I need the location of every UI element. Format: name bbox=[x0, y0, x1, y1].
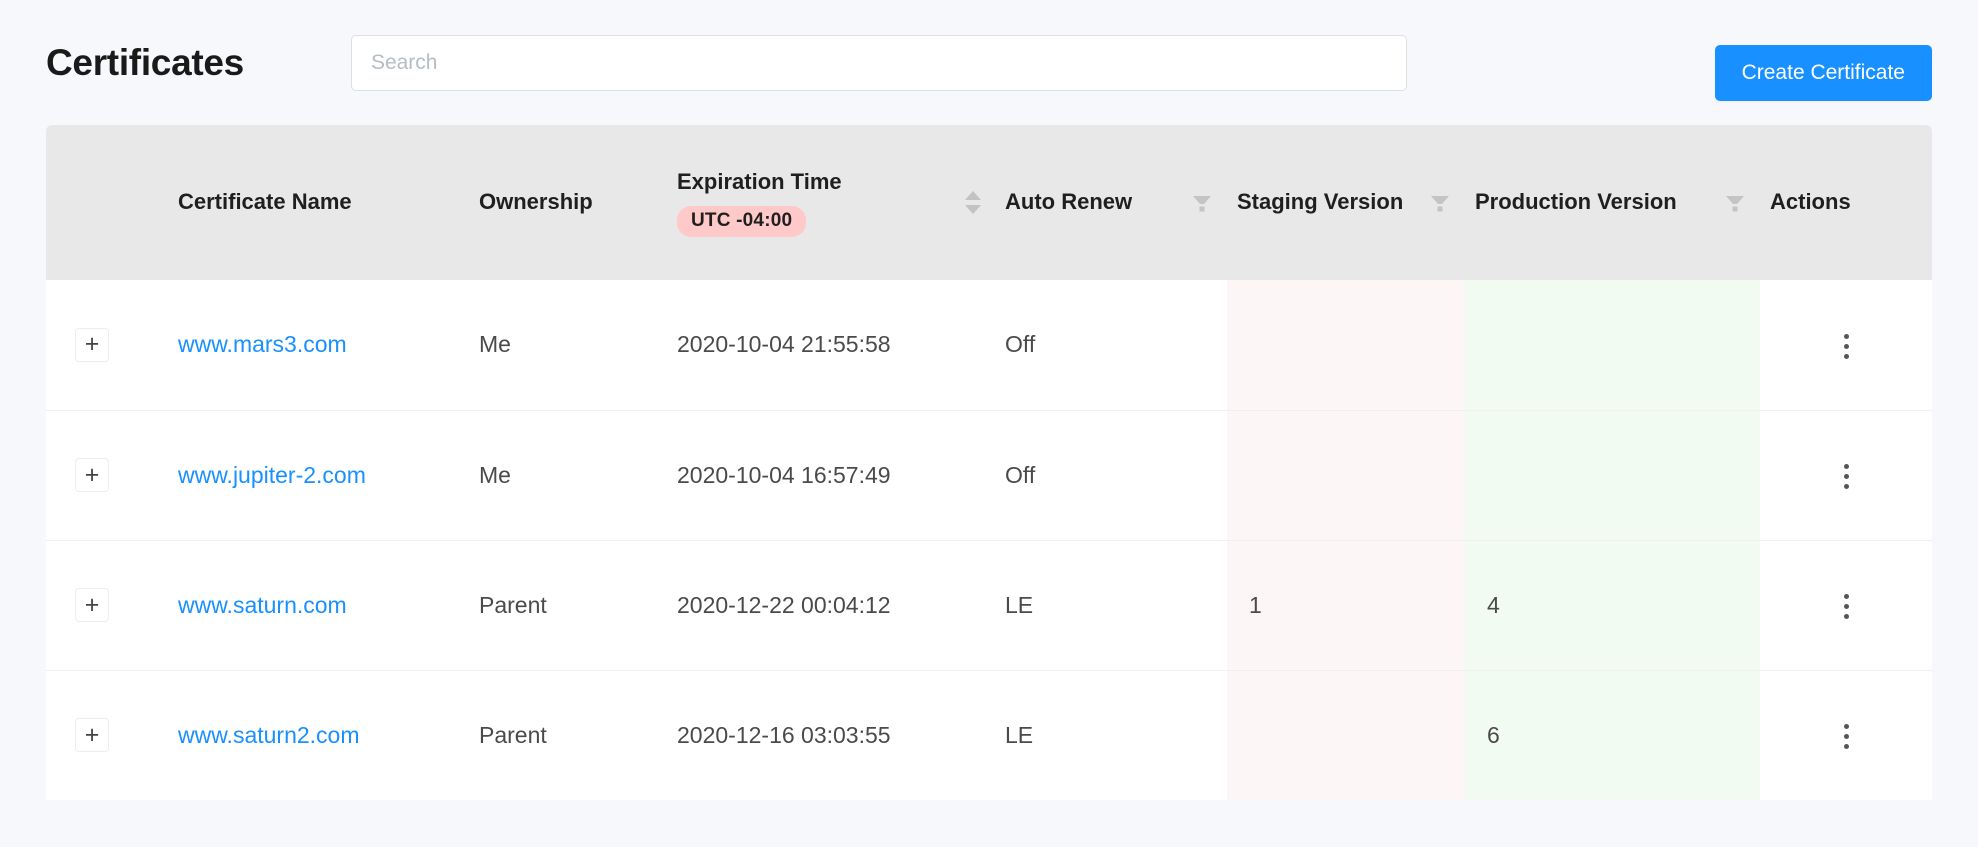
kebab-dot bbox=[1843, 473, 1849, 479]
cell-certificate-name: www.saturn2.com bbox=[138, 669, 465, 800]
column-header-expand bbox=[46, 125, 138, 280]
kebab-dot bbox=[1843, 483, 1849, 489]
search-container bbox=[350, 34, 1407, 91]
certificates-table: Certificate Name Ownership Expiration Ti… bbox=[46, 125, 1932, 800]
cell-actions bbox=[1760, 280, 1932, 410]
expand-row-button[interactable]: + bbox=[75, 327, 109, 362]
column-label-ownership: Ownership bbox=[479, 189, 593, 215]
kebab-dot bbox=[1843, 744, 1849, 749]
certificates-table-container: Certificate Name Ownership Expiration Ti… bbox=[46, 125, 1932, 800]
row-actions-menu-icon[interactable] bbox=[1820, 711, 1872, 763]
sort-ascending-arrow[interactable] bbox=[965, 191, 981, 200]
cell-expand: + bbox=[46, 669, 138, 800]
cell-staging-version bbox=[1227, 669, 1465, 800]
kebab-dot bbox=[1843, 734, 1849, 739]
row-actions-menu-icon[interactable] bbox=[1820, 320, 1872, 372]
cell-expand: + bbox=[46, 409, 138, 540]
filter-icon-production-version[interactable] bbox=[1724, 191, 1746, 215]
kebab-dot bbox=[1843, 603, 1849, 609]
page-title: Certificates bbox=[46, 41, 244, 83]
cell-auto-renew: LE bbox=[995, 669, 1227, 800]
cell-ownership: Parent bbox=[465, 539, 665, 670]
cell-actions bbox=[1760, 669, 1932, 800]
cell-expand: + bbox=[46, 539, 138, 670]
expand-row-button[interactable]: + bbox=[75, 458, 109, 492]
kebab-dot bbox=[1843, 724, 1849, 729]
kebab-dot bbox=[1843, 353, 1849, 359]
column-header-auto-renew[interactable]: Auto Renew bbox=[995, 125, 1227, 280]
cell-expand: + bbox=[46, 280, 138, 410]
filter-icon-staging-version[interactable] bbox=[1429, 191, 1451, 215]
cell-staging-version: 1 bbox=[1227, 539, 1465, 670]
column-label-production-version: Production Version bbox=[1475, 189, 1677, 215]
cell-production-version: 6 bbox=[1465, 669, 1760, 800]
column-label-staging-version: Staging Version bbox=[1237, 189, 1404, 215]
column-header-certificate-name[interactable]: Certificate Name bbox=[138, 125, 465, 280]
cell-expiration-time: 2020-12-16 03:03:55 bbox=[665, 669, 995, 800]
cell-production-version bbox=[1465, 280, 1760, 410]
sort-icon[interactable] bbox=[965, 191, 981, 214]
table-row: + www.jupiter-2.com Me 2020-10-04 16:57:… bbox=[46, 409, 1932, 540]
column-header-production-version[interactable]: Production Version bbox=[1465, 125, 1760, 280]
column-label-expiration-wrapper: Expiration Time UTC -04:00 bbox=[677, 168, 842, 237]
column-label-expiration-time: Expiration Time bbox=[677, 169, 842, 195]
column-header-expiration-time[interactable]: Expiration Time UTC -04:00 bbox=[665, 125, 995, 280]
sort-descending-arrow[interactable] bbox=[965, 205, 981, 214]
page-header: Certificates Create Certificate bbox=[0, 0, 1978, 125]
table-header-row: Certificate Name Ownership Expiration Ti… bbox=[46, 125, 1932, 280]
kebab-dot bbox=[1843, 343, 1849, 349]
cell-staging-version bbox=[1227, 280, 1465, 410]
cell-production-version bbox=[1465, 409, 1760, 540]
cell-production-version: 4 bbox=[1465, 539, 1760, 670]
cell-actions bbox=[1760, 409, 1932, 540]
kebab-dot bbox=[1843, 333, 1849, 339]
cell-ownership: Parent bbox=[465, 669, 665, 800]
table-header: Certificate Name Ownership Expiration Ti… bbox=[46, 125, 1932, 280]
timezone-badge: UTC -04:00 bbox=[677, 205, 807, 237]
cell-ownership: Me bbox=[465, 409, 665, 540]
cell-auto-renew: Off bbox=[995, 409, 1227, 540]
expand-row-button[interactable]: + bbox=[75, 718, 109, 753]
cell-expiration-time: 2020-12-22 00:04:12 bbox=[665, 539, 995, 670]
cell-expiration-time: 2020-10-04 16:57:49 bbox=[665, 409, 995, 540]
filter-icon-auto-renew[interactable] bbox=[1191, 191, 1213, 215]
table-body: + www.mars3.com Me 2020-10-04 21:55:58 O… bbox=[46, 280, 1932, 800]
cell-certificate-name: www.jupiter-2.com bbox=[138, 409, 465, 540]
column-header-staging-version[interactable]: Staging Version bbox=[1227, 125, 1465, 280]
certificate-name-link[interactable]: www.saturn.com bbox=[178, 592, 347, 618]
row-actions-menu-icon[interactable] bbox=[1820, 580, 1872, 632]
table-row: + www.mars3.com Me 2020-10-04 21:55:58 O… bbox=[46, 280, 1932, 410]
cell-auto-renew: Off bbox=[1005, 331, 1036, 358]
column-label-certificate-name: Certificate Name bbox=[178, 189, 352, 215]
kebab-dot bbox=[1843, 593, 1849, 599]
expand-row-button[interactable]: + bbox=[75, 588, 109, 622]
column-label-auto-renew: Auto Renew bbox=[1005, 189, 1133, 215]
table-row: + www.saturn.com Parent 2020-12-22 00:04… bbox=[46, 539, 1932, 670]
kebab-dot bbox=[1843, 463, 1849, 469]
cell-staging-version bbox=[1227, 409, 1465, 540]
certificate-name-link[interactable]: www.saturn2.com bbox=[178, 722, 360, 748]
table-row: + www.saturn2.com Parent 2020-12-16 03:0… bbox=[46, 669, 1932, 800]
certificate-name-link[interactable]: www.mars3.com bbox=[178, 331, 347, 357]
cell-ownership: Me bbox=[479, 331, 511, 358]
search-input[interactable] bbox=[350, 34, 1407, 91]
cell-actions bbox=[1760, 539, 1932, 670]
create-certificate-button[interactable]: Create Certificate bbox=[1714, 45, 1932, 101]
column-header-actions: Actions bbox=[1760, 125, 1932, 280]
cell-certificate-name: www.mars3.com bbox=[138, 280, 465, 410]
kebab-dot bbox=[1843, 613, 1849, 619]
cell-auto-renew: LE bbox=[995, 539, 1227, 670]
certificate-name-link[interactable]: www.jupiter-2.com bbox=[178, 462, 366, 488]
cell-certificate-name: www.saturn.com bbox=[138, 539, 465, 670]
row-actions-menu-icon[interactable] bbox=[1820, 450, 1872, 502]
column-header-ownership[interactable]: Ownership bbox=[465, 125, 665, 280]
cell-expiration-time: 2020-10-04 21:55:58 bbox=[677, 331, 891, 358]
column-label-actions: Actions bbox=[1770, 189, 1851, 215]
